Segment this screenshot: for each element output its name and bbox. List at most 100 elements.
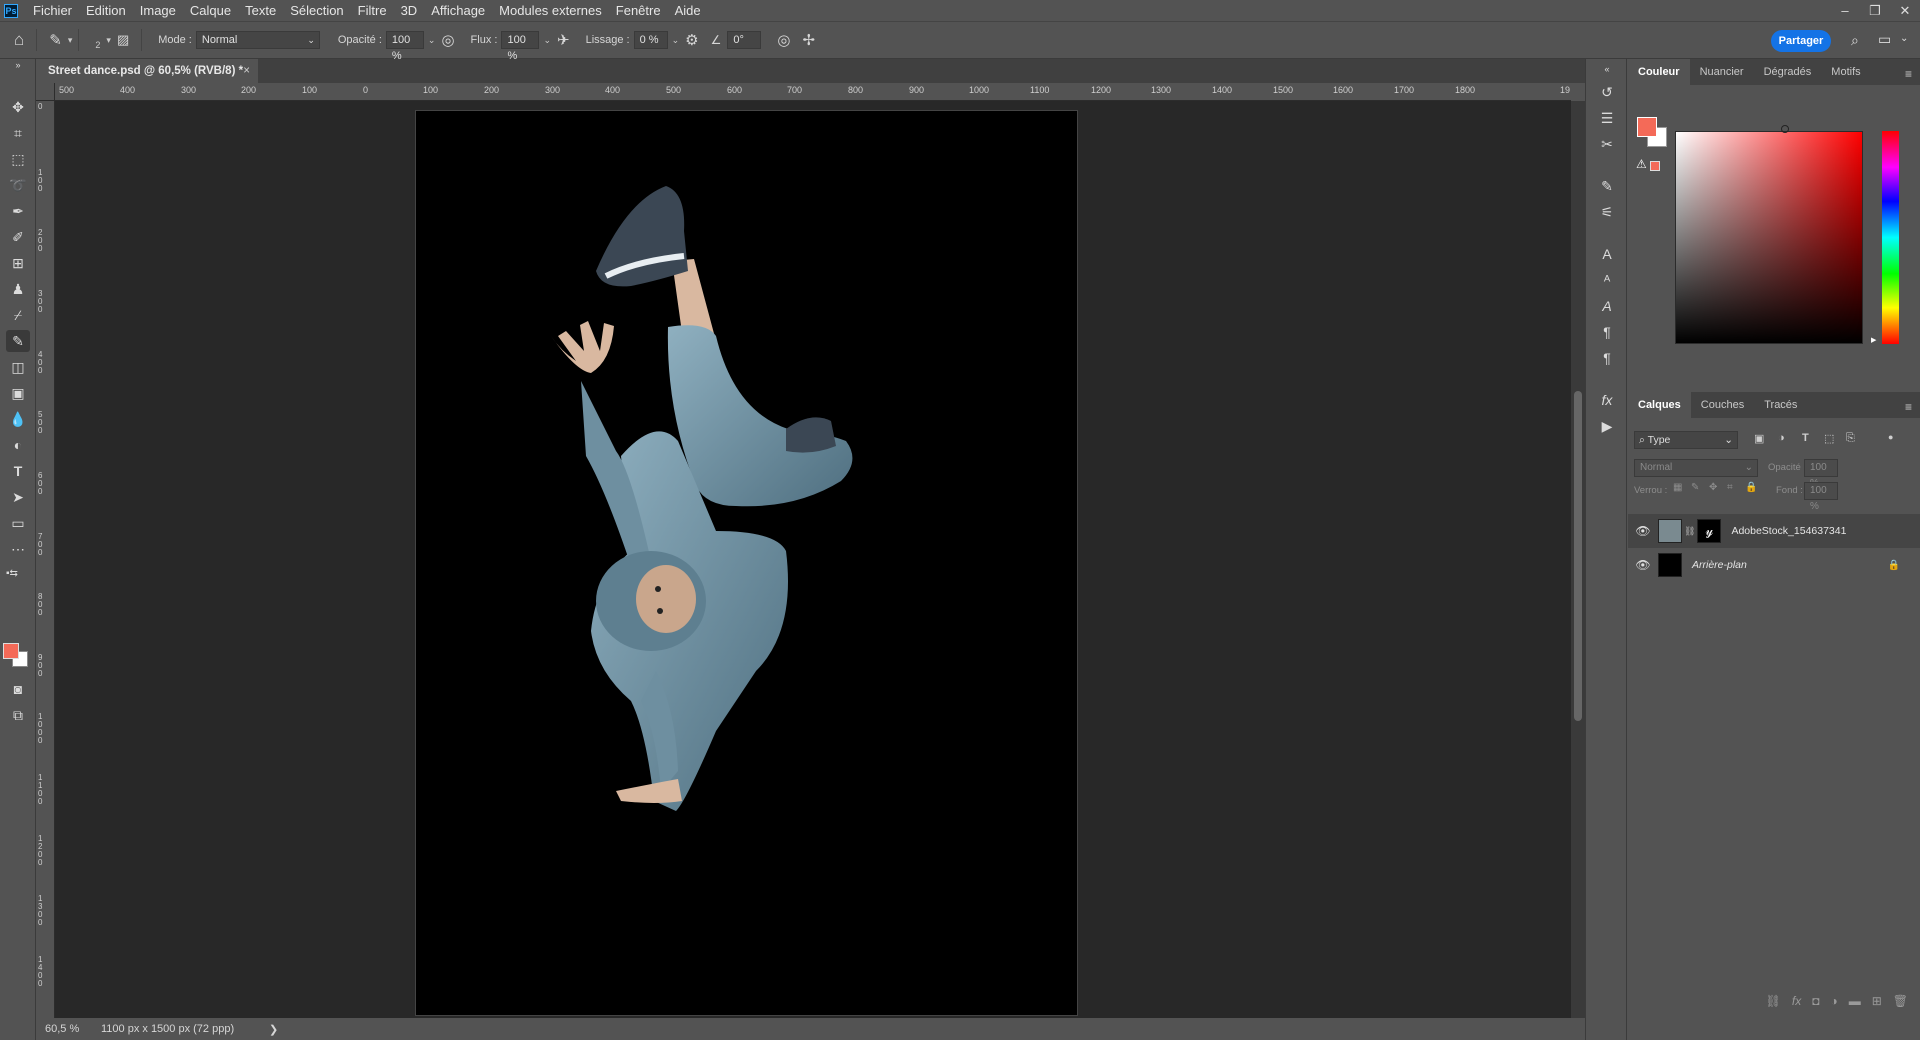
home-icon[interactable]: ⌂ (14, 30, 24, 50)
angle-field[interactable]: 0° (727, 31, 762, 49)
new-adjustment-layer-icon[interactable]: ◑ (1830, 994, 1837, 1008)
layer-name[interactable]: AdobeStock_154637341 (1731, 525, 1846, 537)
actions-play-icon[interactable]: ▶ (1597, 416, 1617, 436)
opacity-field[interactable]: 100 % (385, 31, 424, 62)
tab-couches[interactable]: Couches (1691, 392, 1754, 418)
type-tool-icon[interactable]: T (6, 460, 30, 482)
lock-artboard-icon[interactable]: ⌗ (1727, 482, 1733, 493)
workspace-icon[interactable]: ▭ (1878, 31, 1891, 48)
screen-mode-icon[interactable]: ⧉ (6, 704, 30, 726)
menu-selection[interactable]: Sélection (283, 3, 350, 18)
panel-menu-icon[interactable]: ≡ (1905, 67, 1912, 81)
styles-fx-icon[interactable]: fx (1597, 390, 1617, 410)
tab-traces[interactable]: Tracés (1754, 392, 1807, 418)
gradient-tool-icon[interactable]: ▣ (6, 382, 30, 404)
tab-calques[interactable]: Calques (1628, 392, 1691, 418)
restore-button[interactable]: ❐ (1860, 0, 1890, 21)
menu-fichier[interactable]: Fichier (26, 3, 79, 18)
menu-calque[interactable]: Calque (183, 3, 238, 18)
add-mask-icon[interactable]: ◘ (1812, 994, 1819, 1008)
quick-mask-icon[interactable]: ◙ (6, 678, 30, 700)
swap-colors-icon[interactable]: ▪⇆ (6, 562, 30, 584)
dodge-tool-icon[interactable]: ◐ (6, 434, 30, 456)
menu-modules-externes[interactable]: Modules externes (492, 3, 609, 18)
minimize-button[interactable]: ‒ (1830, 0, 1860, 21)
pressure-size-icon[interactable]: ◎ (777, 31, 790, 49)
close-window-button[interactable]: ✕ (1890, 0, 1920, 21)
symmetry-icon[interactable]: ✢ (802, 31, 815, 49)
layer-opacity-field[interactable]: 100 % (1804, 459, 1838, 489)
layer-mask-thumbnail[interactable]: 𝓎 (1697, 519, 1722, 543)
brush-tool-icon[interactable]: ✎ (6, 330, 30, 352)
layer-name[interactable]: Arrière-plan (1692, 559, 1747, 571)
filter-shape-icon[interactable]: ⬚ (1824, 432, 1834, 445)
brush-size-dropdown-icon[interactable]: ▾ (106, 35, 111, 46)
menu-aide[interactable]: Aide (668, 3, 708, 18)
panel-menu-icon[interactable]: ≡ (1905, 400, 1912, 414)
path-selection-tool-icon[interactable]: ➤ (6, 486, 30, 508)
mode-select[interactable]: Normal ⌄ (195, 31, 320, 49)
character-icon[interactable]: A (1597, 244, 1617, 264)
menu-fenetre[interactable]: Fenêtre (609, 3, 668, 18)
search-icon[interactable]: ⌕ (1851, 32, 1859, 49)
pressure-opacity-icon[interactable]: ◎ (441, 31, 454, 49)
new-group-folder-icon[interactable]: ▬ (1849, 994, 1861, 1008)
collapse-toolbar-icon[interactable]: » (6, 59, 30, 71)
layer-row-adobestock[interactable]: 👁 ⛓ 𝓎 AdobeStock_154637341 (1628, 514, 1920, 548)
chain-link-icon[interactable]: ⛓ (1684, 526, 1695, 537)
adjustments-icon[interactable]: ☰ (1597, 108, 1617, 128)
canvas-workspace[interactable] (55, 101, 1571, 1018)
more-tools-icon[interactable]: ⋯ (6, 538, 30, 560)
collapse-panels-icon[interactable]: « (1597, 63, 1617, 75)
workspace-dropdown-icon[interactable]: ⌄ (1900, 33, 1908, 44)
flow-field[interactable]: 100 % (501, 31, 540, 62)
add-style-fx-icon[interactable]: fx (1792, 994, 1801, 1008)
pen-tool-icon[interactable]: ✒ (6, 200, 30, 222)
tab-couleur[interactable]: Couleur (1628, 59, 1690, 85)
close-tab-icon[interactable]: × (243, 65, 250, 77)
brush-tool-preset-icon[interactable]: ✎ (49, 31, 62, 49)
menu-filtre[interactable]: Filtre (351, 3, 394, 18)
horizontal-ruler[interactable]: 500 400 300 200 100 0 100 200 300 400 50… (55, 83, 1571, 101)
opacity-dropdown-icon[interactable]: ⌄ (428, 35, 436, 46)
brush-size-value[interactable]: 2 (95, 40, 100, 50)
paragraph-styles-icon[interactable]: ¶ (1597, 348, 1617, 368)
character-styles-icon[interactable]: ᴬ (1597, 270, 1617, 290)
dropdown-arrow-icon[interactable]: ▾ (68, 35, 73, 46)
status-expand-icon[interactable]: ❯ (269, 1023, 278, 1036)
layer-filter-select[interactable]: ⌕ Type ⌄ (1634, 431, 1738, 449)
marquee-tool-icon[interactable]: ⬚ (6, 148, 30, 170)
hue-slider[interactable] (1882, 131, 1899, 344)
stamp-tool-icon[interactable]: ♟ (6, 278, 30, 300)
document-tab[interactable]: Street dance.psd @ 60,5% (RVB/8) * × (36, 59, 258, 83)
foreground-color[interactable] (1637, 117, 1657, 137)
document-canvas[interactable] (415, 110, 1078, 1016)
menu-affichage[interactable]: Affichage (424, 3, 492, 18)
menu-texte[interactable]: Texte (238, 3, 283, 18)
visibility-eye-icon[interactable]: 👁 (1628, 524, 1658, 538)
vertical-ruler[interactable]: 0 100 200 300 400 500 600 700 800 900 10… (36, 101, 55, 1018)
color-field[interactable] (1675, 131, 1863, 344)
fill-field[interactable]: 100 % (1804, 482, 1838, 512)
history-icon[interactable]: ↺ (1597, 82, 1617, 102)
color-picker-cursor[interactable] (1781, 125, 1789, 133)
filter-pixel-icon[interactable]: ▣ (1754, 432, 1764, 445)
gamut-color-swatch[interactable] (1650, 161, 1660, 171)
filter-adjustment-icon[interactable]: ◑ (1778, 432, 1785, 444)
zoom-level[interactable]: 60,5 % (45, 1023, 97, 1035)
gear-icon[interactable]: ⚙ (685, 31, 698, 49)
rectangle-tool-icon[interactable]: ▭ (6, 512, 30, 534)
tab-degrades[interactable]: Dégradés (1754, 59, 1822, 85)
crop-tool-icon[interactable]: ⌗ (6, 122, 30, 144)
blend-mode-select[interactable]: Normal ⌄ (1634, 459, 1758, 477)
eraser-tool-icon[interactable]: ◫ (6, 356, 30, 378)
lasso-tool-icon[interactable]: ➰ (6, 174, 30, 196)
tools-presets-icon[interactable]: ✂ (1597, 134, 1617, 154)
airbrush-icon[interactable]: ✈ (557, 31, 570, 49)
smoothing-dropdown-icon[interactable]: ⌄ (672, 35, 680, 46)
brush-settings-panel-icon[interactable]: ▨ (117, 32, 129, 48)
layer-row-arriere-plan[interactable]: 👁 Arrière-plan 🔒 (1628, 548, 1920, 582)
frame-tool-icon[interactable]: ⊞ (6, 252, 30, 274)
move-tool-icon[interactable]: ✥ (6, 96, 30, 118)
lock-pixels-icon[interactable]: ✎ (1691, 482, 1699, 493)
